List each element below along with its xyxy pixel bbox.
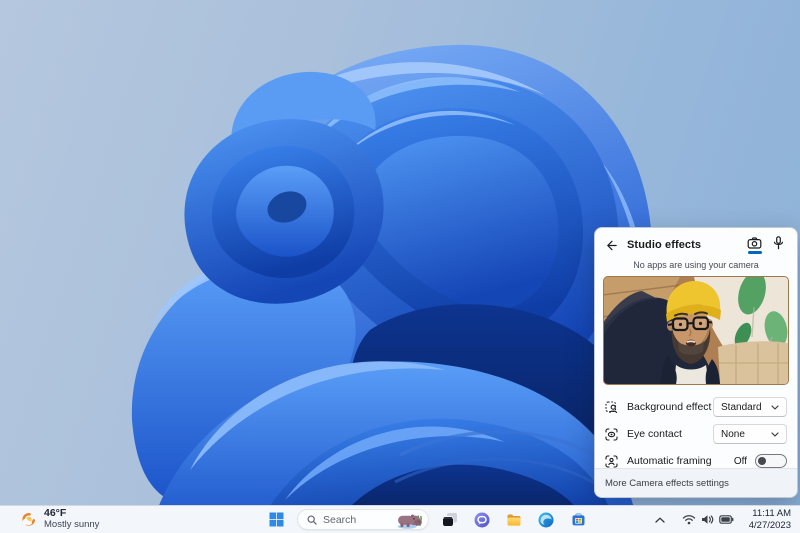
taskbar-center: Search bbox=[265, 506, 589, 533]
time-label: 11:11 AM bbox=[752, 508, 791, 520]
network-volume-battery-button[interactable] bbox=[678, 509, 738, 531]
eye-contact-label: Eye contact bbox=[627, 428, 682, 440]
windows-start-icon bbox=[269, 512, 283, 527]
eye-contact-row: Eye contact None bbox=[605, 421, 787, 448]
more-camera-effects-settings-link[interactable]: More Camera effects settings bbox=[605, 478, 729, 489]
wifi-icon bbox=[682, 515, 695, 525]
panel-footer: More Camera effects settings bbox=[595, 468, 797, 497]
battery-icon bbox=[718, 515, 734, 524]
microphone-icon bbox=[773, 236, 783, 250]
file-explorer-icon bbox=[507, 514, 521, 526]
camera-icon bbox=[747, 237, 762, 249]
system-tray: 11:11 AM 4/27/2023 bbox=[649, 506, 795, 533]
file-explorer-button[interactable] bbox=[503, 509, 525, 531]
chevron-down-icon bbox=[771, 404, 779, 410]
camera-preview bbox=[603, 275, 789, 385]
search-label: Search bbox=[323, 513, 357, 526]
chevron-down-icon bbox=[771, 431, 779, 437]
automatic-framing-control: Off bbox=[734, 454, 787, 468]
background-effect-row: Background effect Standard bbox=[605, 394, 787, 421]
edge-button[interactable] bbox=[535, 509, 557, 531]
background-effect-value: Standard bbox=[721, 401, 762, 413]
eye-contact-dropdown[interactable]: None bbox=[713, 424, 787, 444]
microsoft-store-icon bbox=[572, 513, 584, 526]
condition-label: Mostly sunny bbox=[44, 519, 100, 531]
eye-contact-icon bbox=[605, 427, 618, 441]
background-effect-label: Background effect bbox=[627, 401, 712, 413]
widgets-button[interactable]: 46°F Mostly sunny bbox=[14, 506, 105, 533]
microphone-tab-indicator bbox=[771, 252, 785, 255]
edge-icon bbox=[538, 512, 554, 527]
back-arrow-icon[interactable] bbox=[605, 239, 618, 252]
clock[interactable]: 11:11 AM 4/27/2023 bbox=[745, 508, 795, 530]
automatic-framing-icon bbox=[605, 454, 618, 468]
effects-rows: Background effect Standard Eye contact N… bbox=[595, 385, 797, 475]
automatic-framing-toggle[interactable] bbox=[755, 454, 787, 468]
camera-status-text: No apps are using your camera bbox=[633, 259, 759, 270]
background-effect-icon bbox=[605, 400, 618, 413]
camera-tab-active-indicator bbox=[747, 251, 762, 254]
task-view-icon bbox=[442, 513, 457, 527]
studio-effects-panel: Studio effects No apps are using your ca… bbox=[594, 227, 798, 498]
eye-contact-value: None bbox=[721, 428, 745, 440]
chevron-up-icon bbox=[655, 517, 665, 523]
weather-widget-text: 46°F Mostly sunny bbox=[44, 508, 99, 530]
start-button[interactable] bbox=[265, 509, 287, 531]
toggle-knob bbox=[758, 457, 766, 465]
taskbar: 46°F Mostly sunny Search 11:11 AM 4/27/2… bbox=[0, 505, 800, 533]
search-box[interactable]: Search bbox=[297, 509, 429, 530]
panel-header: Studio effects bbox=[595, 228, 797, 257]
camera-tab-button[interactable] bbox=[747, 237, 762, 254]
chat-button[interactable] bbox=[471, 509, 493, 531]
task-view-button[interactable] bbox=[439, 509, 461, 531]
microphone-tab-button[interactable] bbox=[771, 236, 785, 255]
search-icon bbox=[307, 514, 317, 525]
volume-icon bbox=[701, 515, 714, 524]
hippo-daily-image bbox=[397, 514, 422, 529]
hidden-icons-chevron[interactable] bbox=[649, 509, 671, 531]
automatic-framing-label: Automatic framing bbox=[627, 455, 712, 467]
background-effect-dropdown[interactable]: Standard bbox=[713, 397, 787, 417]
weather-mostly-sunny-icon bbox=[22, 512, 36, 526]
panel-title: Studio effects bbox=[627, 239, 702, 252]
automatic-framing-state: Off bbox=[733, 455, 747, 467]
microsoft-store-button[interactable] bbox=[567, 509, 589, 531]
chat-icon bbox=[474, 512, 490, 527]
date-label: 4/27/2023 bbox=[748, 519, 791, 531]
camera-preview-image bbox=[604, 276, 788, 384]
